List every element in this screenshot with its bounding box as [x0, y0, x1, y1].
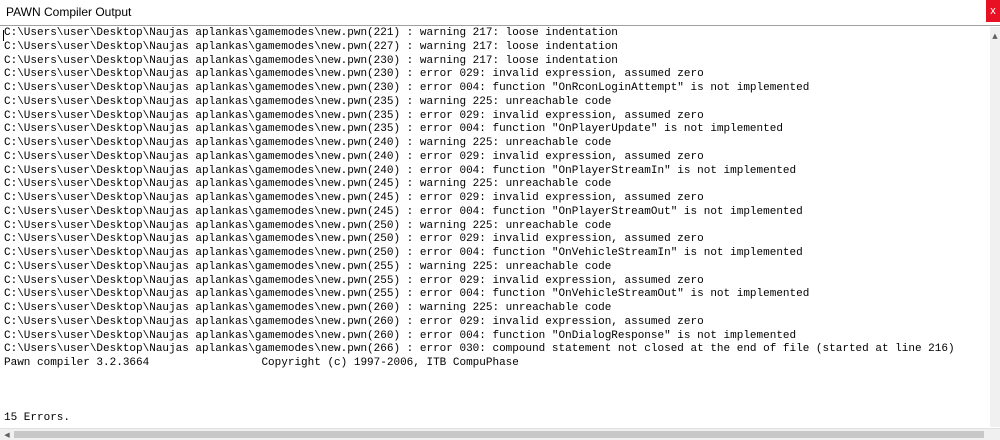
- output-line: C:\Users\user\Desktop\Naujas aplankas\ga…: [4, 288, 810, 301]
- output-line: C:\Users\user\Desktop\Naujas aplankas\ga…: [4, 315, 704, 328]
- output-text-area[interactable]: C:\Users\user\Desktop\Naujas aplankas\ga…: [0, 27, 990, 427]
- output-line: C:\Users\user\Desktop\Naujas aplankas\ga…: [4, 247, 803, 259]
- horizontal-scrollbar[interactable]: ◀: [0, 428, 1000, 440]
- output-line: C:\Users\user\Desktop\Naujas aplankas\ga…: [4, 27, 618, 39]
- output-line: C:\Users\user\Desktop\Naujas aplankas\ga…: [4, 205, 803, 218]
- output-line: C:\Users\user\Desktop\Naujas aplankas\ga…: [4, 233, 704, 246]
- output-line: C:\Users\user\Desktop\Naujas aplankas\ga…: [4, 137, 612, 149]
- output-line: C:\Users\user\Desktop\Naujas aplankas\ga…: [4, 178, 612, 191]
- compiler-output-window: PAWN Compiler Output x C:\Users\user\Des…: [0, 0, 1000, 440]
- output-line: C:\Users\user\Desktop\Naujas aplankas\ga…: [4, 192, 704, 204]
- scroll-left-arrow-icon[interactable]: ◀: [2, 430, 12, 440]
- output-line: C:\Users\user\Desktop\Naujas aplankas\ga…: [4, 343, 955, 356]
- output-line: C:\Users\user\Desktop\Naujas aplankas\ga…: [4, 302, 612, 314]
- output-line: C:\Users\user\Desktop\Naujas aplankas\ga…: [4, 260, 612, 273]
- output-line: C:\Users\user\Desktop\Naujas aplankas\ga…: [4, 82, 810, 94]
- output-line: C:\Users\user\Desktop\Naujas aplankas\ga…: [4, 109, 704, 122]
- output-panel: C:\Users\user\Desktop\Naujas aplankas\ga…: [0, 25, 1000, 440]
- window-title: PAWN Compiler Output: [6, 5, 132, 19]
- close-button[interactable]: x: [986, 0, 1000, 22]
- scroll-up-arrow-icon[interactable]: ▲: [990, 31, 1000, 41]
- output-line: C:\Users\user\Desktop\Naujas aplankas\ga…: [4, 219, 612, 232]
- output-line: C:\Users\user\Desktop\Naujas aplankas\ga…: [4, 95, 612, 108]
- output-line: C:\Users\user\Desktop\Naujas aplankas\ga…: [4, 274, 704, 287]
- output-line: C:\Users\user\Desktop\Naujas aplankas\ga…: [4, 329, 797, 342]
- output-line: C:\Users\user\Desktop\Naujas aplankas\ga…: [4, 54, 618, 67]
- output-line: C:\Users\user\Desktop\Naujas aplankas\ga…: [4, 164, 797, 177]
- output-line: C:\Users\user\Desktop\Naujas aplankas\ga…: [4, 123, 783, 136]
- output-line: C:\Users\user\Desktop\Naujas aplankas\ga…: [4, 68, 704, 81]
- output-line: Pawn compiler 3.2.3664 Copyright (c) 199…: [4, 357, 519, 369]
- output-line: C:\Users\user\Desktop\Naujas aplankas\ga…: [4, 40, 618, 53]
- vertical-scrollbar[interactable]: ▲: [990, 27, 1000, 427]
- title-bar[interactable]: PAWN Compiler Output x: [0, 0, 1000, 25]
- horizontal-scroll-thumb[interactable]: [14, 431, 984, 438]
- output-line: 15 Errors.: [4, 412, 71, 424]
- text-caret: [3, 30, 4, 41]
- output-line: C:\Users\user\Desktop\Naujas aplankas\ga…: [4, 150, 704, 163]
